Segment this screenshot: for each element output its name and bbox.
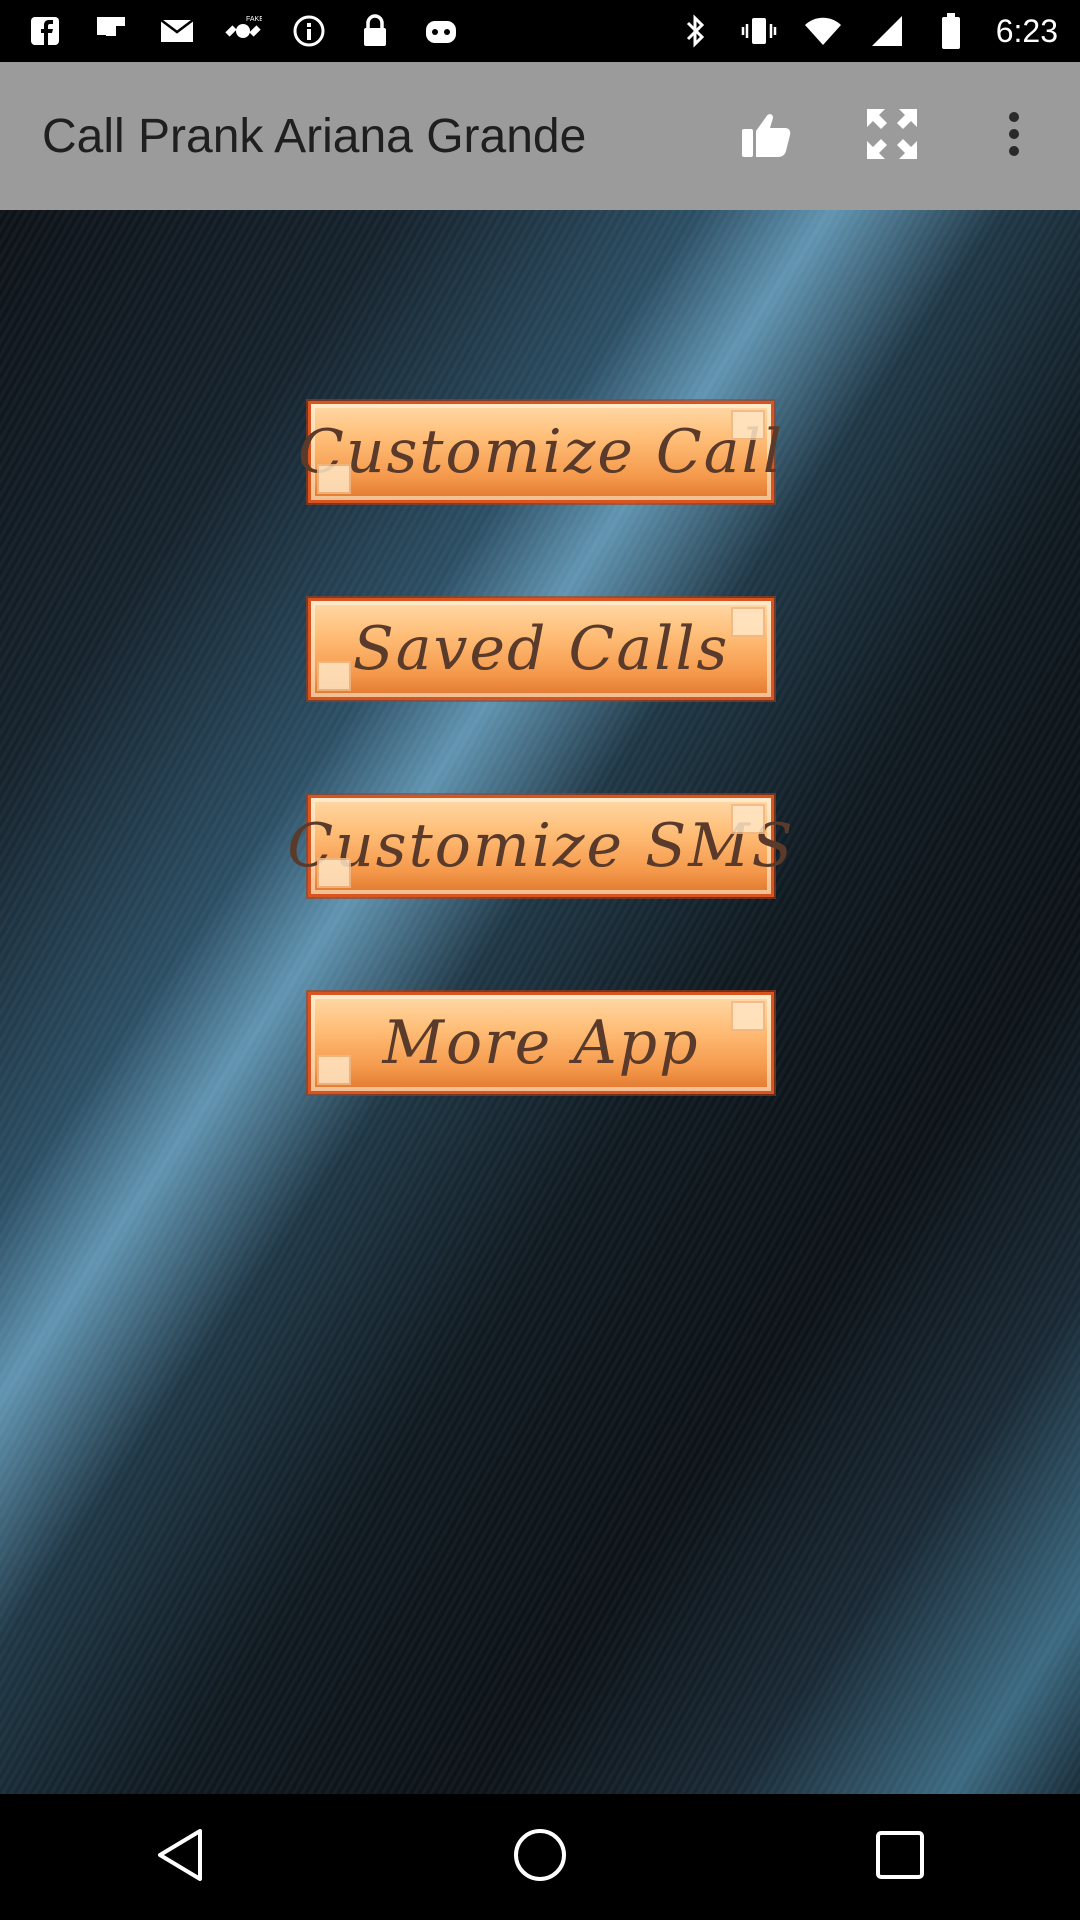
home-button[interactable] xyxy=(480,1807,600,1907)
recents-icon xyxy=(875,1830,925,1885)
overflow-menu-button[interactable] xyxy=(966,88,1062,184)
decor-square xyxy=(731,410,765,440)
status-bar: FAKE 6:23 xyxy=(0,0,1080,62)
svg-text:FAKE: FAKE xyxy=(246,16,262,23)
vibrate-icon xyxy=(740,12,778,50)
more-app-label: More App xyxy=(382,1008,700,1078)
saved-calls-label: Saved Calls xyxy=(352,614,730,684)
info-icon xyxy=(290,12,328,50)
fullscreen-icon xyxy=(865,107,919,166)
navigation-bar xyxy=(0,1794,1080,1920)
back-icon xyxy=(154,1827,206,1888)
decor-square xyxy=(317,464,351,494)
like-button[interactable] xyxy=(718,88,814,184)
game-controller-icon xyxy=(422,12,460,50)
overflow-menu-icon xyxy=(1007,111,1021,162)
decor-square xyxy=(731,607,765,637)
decor-square xyxy=(317,1055,351,1085)
battery-icon xyxy=(932,12,970,50)
decor-square xyxy=(731,804,765,834)
system-icons: 6:23 xyxy=(676,12,1080,50)
customize-call-label: Customize Call xyxy=(298,417,784,487)
saved-calls-button[interactable]: Saved Calls xyxy=(308,598,774,700)
app-bar: Call Prank Ariana Grande xyxy=(0,62,1080,210)
clock: 6:23 xyxy=(995,12,1058,49)
fake-gps-icon: FAKE xyxy=(224,12,262,50)
fb-messenger-icon xyxy=(26,12,64,50)
wifi-icon xyxy=(804,12,842,50)
main-background: Customize Call Saved Calls Customize SMS… xyxy=(0,210,1080,1794)
email-icon xyxy=(158,12,196,50)
decor-square xyxy=(731,1001,765,1031)
app-bar-actions xyxy=(718,88,1080,184)
back-button[interactable] xyxy=(120,1807,240,1907)
decor-square xyxy=(317,661,351,691)
bluetooth-icon xyxy=(676,12,714,50)
customize-call-button[interactable]: Customize Call xyxy=(298,401,782,503)
lock-icon xyxy=(356,12,394,50)
recents-button[interactable] xyxy=(840,1807,960,1907)
home-icon xyxy=(512,1827,568,1888)
notification-icons: FAKE xyxy=(0,12,460,50)
fullscreen-button[interactable] xyxy=(844,88,940,184)
page-title: Call Prank Ariana Grande xyxy=(42,109,587,163)
signal-icon xyxy=(868,12,906,50)
customize-sms-button[interactable]: Customize SMS xyxy=(287,795,793,897)
like-icon xyxy=(740,109,792,164)
more-app-button[interactable]: More App xyxy=(308,992,774,1094)
flipboard-icon xyxy=(92,12,130,50)
customize-sms-label: Customize SMS xyxy=(287,811,795,881)
decor-square xyxy=(317,858,351,888)
